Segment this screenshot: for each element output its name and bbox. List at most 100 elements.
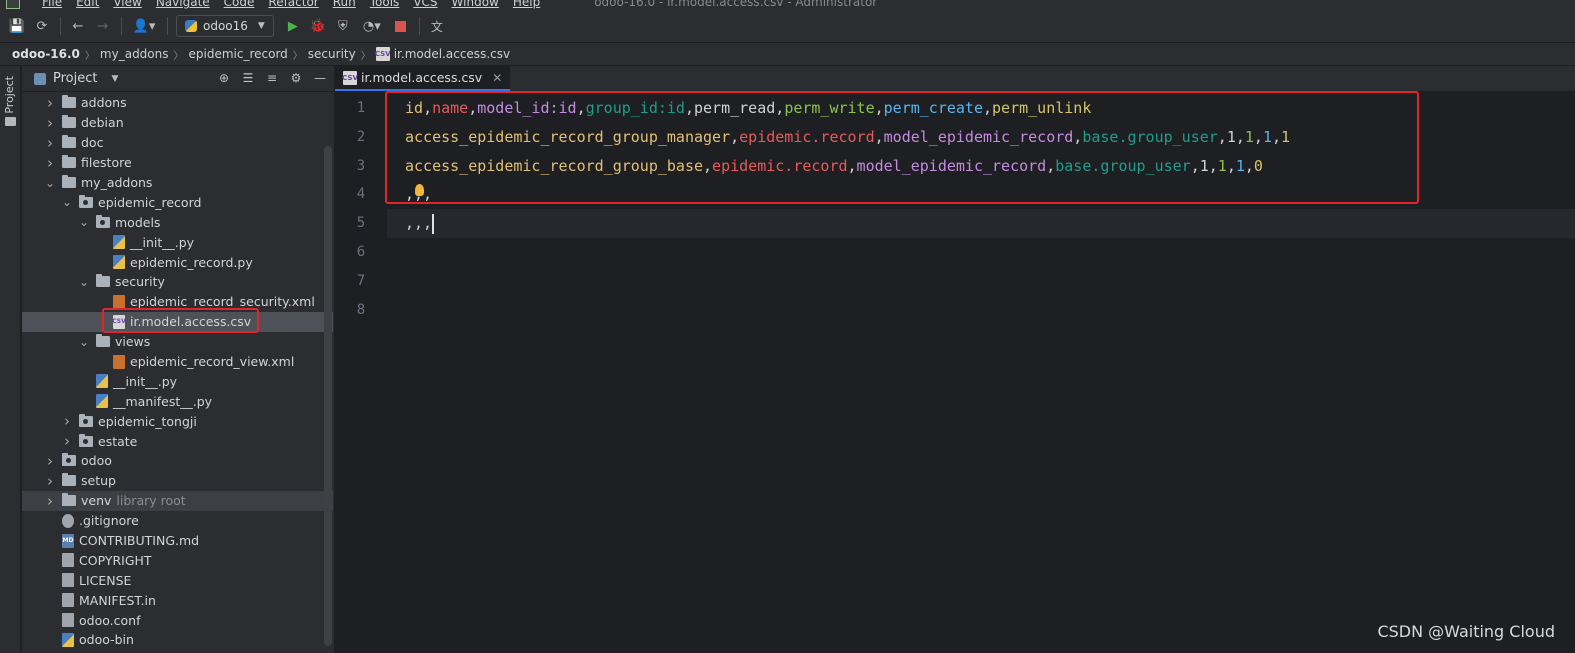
chevron-right-icon[interactable]: › xyxy=(61,432,73,450)
menu-run[interactable]: Run xyxy=(333,0,356,9)
code-line[interactable] xyxy=(405,238,1290,267)
tree-item[interactable]: › doc xyxy=(22,133,333,153)
chevron-right-icon[interactable]: › xyxy=(44,154,56,172)
breadcrumb-file[interactable]: CSV ir.model.access.csv xyxy=(375,47,510,61)
chevron-right-icon: 〉 xyxy=(84,50,95,62)
tree-item[interactable]: ⌄ my_addons xyxy=(22,173,333,193)
chevron-down-icon[interactable]: ⌄ xyxy=(61,195,73,209)
tree-item[interactable]: odoo.conf xyxy=(22,610,333,630)
line-number-gutter: 1 2 3 4 5 6 7 8 xyxy=(335,94,387,324)
menu-tools[interactable]: Tools xyxy=(370,0,400,9)
folder-icon[interactable] xyxy=(5,117,16,126)
tree-item[interactable]: MD CONTRIBUTING.md xyxy=(22,531,333,551)
chevron-right-icon: 〉 xyxy=(173,50,184,62)
code-line[interactable]: ,,, xyxy=(405,209,1290,238)
back-icon[interactable]: ← xyxy=(69,17,87,35)
forward-icon[interactable]: → xyxy=(94,17,112,35)
menu-edit[interactable]: Edit xyxy=(76,0,99,9)
refresh-icon[interactable]: ⟳ xyxy=(33,17,51,35)
minimize-icon[interactable]: — xyxy=(312,70,328,86)
tree-item[interactable]: › venv library root xyxy=(22,490,333,511)
save-icon[interactable]: 💾 xyxy=(8,17,26,35)
close-icon[interactable]: ✕ xyxy=(492,71,502,85)
tree-item[interactable]: MANIFEST.in xyxy=(22,590,333,610)
locate-icon[interactable]: ⊕ xyxy=(216,70,232,86)
gear-icon[interactable]: ⚙ xyxy=(288,70,304,86)
chevron-right-icon[interactable]: › xyxy=(44,472,56,490)
tab-ir-model-access-csv[interactable]: CSV ir.model.access.csv ✕ xyxy=(335,66,511,91)
tree-item[interactable]: › debian xyxy=(22,113,333,133)
chevron-down-icon[interactable]: ⌄ xyxy=(44,176,56,190)
tree-item[interactable]: __init__.py xyxy=(22,371,333,391)
code-line[interactable] xyxy=(405,296,1290,325)
tree-item-label: estate xyxy=(98,433,138,449)
chevron-right-icon[interactable]: › xyxy=(44,452,56,470)
chevron-right-icon[interactable]: › xyxy=(44,94,56,112)
tree-item[interactable]: epidemic_record_view.xml xyxy=(22,352,333,372)
collapse-all-icon[interactable]: ≡ xyxy=(264,70,280,86)
expand-all-icon[interactable]: ☰ xyxy=(240,70,256,86)
menu-navigate[interactable]: Navigate xyxy=(156,0,210,9)
chevron-right-icon: 〉 xyxy=(360,50,371,62)
breadcrumb-item[interactable]: my_addons xyxy=(100,47,169,61)
run-config-selector[interactable]: odoo16 ▼ xyxy=(176,15,274,37)
debug-icon[interactable]: 🐞 xyxy=(309,17,327,35)
breadcrumb-item[interactable]: odoo-16.0 xyxy=(12,47,80,61)
project-tool-button[interactable]: Project xyxy=(3,76,16,114)
chevron-right-icon[interactable]: › xyxy=(61,412,73,430)
tree-item[interactable]: › addons xyxy=(22,93,333,113)
chevron-right-icon[interactable]: › xyxy=(44,492,56,510)
menu-vcs[interactable]: VCS xyxy=(413,0,437,9)
chevron-right-icon[interactable]: › xyxy=(44,134,56,152)
menu-help[interactable]: Help xyxy=(513,0,540,9)
breadcrumb-item[interactable]: security xyxy=(308,47,356,61)
chevron-down-icon[interactable]: ⌄ xyxy=(78,215,90,229)
tree-item[interactable]: › epidemic_tongji xyxy=(22,411,333,431)
translate-icon[interactable]: 文 xyxy=(428,17,446,35)
stop-icon[interactable] xyxy=(392,17,410,35)
tree-item[interactable]: › filestore xyxy=(22,153,333,173)
tree-item[interactable]: › odoo xyxy=(22,451,333,471)
project-panel-title[interactable]: Project xyxy=(53,71,97,86)
tree-item[interactable]: LICENSE xyxy=(22,570,333,590)
tree-item[interactable]: ⌄ views xyxy=(22,332,333,352)
tree-item[interactable]: epidemic_record.py xyxy=(22,252,333,272)
py-file-icon xyxy=(113,235,125,250)
folder-icon xyxy=(62,135,76,149)
menu-code[interactable]: Code xyxy=(224,0,255,9)
tree-item[interactable]: __manifest__.py xyxy=(22,391,333,411)
tree-item[interactable]: COPYRIGHT xyxy=(22,550,333,570)
watermark: CSDN @Waiting Cloud xyxy=(1377,622,1555,641)
menu-file[interactable]: File xyxy=(42,0,62,9)
chevron-down-icon[interactable]: ▼ xyxy=(111,74,118,84)
tree-item-label: epidemic_record_view.xml xyxy=(130,354,295,370)
tree-item-label: CONTRIBUTING.md xyxy=(79,533,200,549)
coverage-icon[interactable]: ⛨ xyxy=(334,17,352,35)
folder-icon xyxy=(96,214,110,228)
tree-item-label: setup xyxy=(81,473,116,489)
tree-item[interactable]: ⌄ epidemic_record xyxy=(22,192,333,212)
folder-icon xyxy=(96,334,110,348)
scrollbar[interactable] xyxy=(324,146,332,646)
profile-icon[interactable]: ◔▾ xyxy=(359,17,385,35)
tree-item[interactable]: .gitignore xyxy=(22,511,333,531)
folder-icon xyxy=(79,194,93,208)
menu-refactor[interactable]: Refactor xyxy=(268,0,318,9)
tree-item[interactable]: › setup xyxy=(22,471,333,491)
tree-item[interactable]: ⌄ security xyxy=(22,272,333,292)
menu-view[interactable]: View xyxy=(113,0,141,9)
breadcrumb-item[interactable]: epidemic_record xyxy=(189,47,288,61)
user-icon[interactable]: 👤▾ xyxy=(130,17,158,35)
tree-item[interactable]: ⌄ models xyxy=(22,212,333,232)
tree-item[interactable]: › estate xyxy=(22,431,333,451)
py-file-icon xyxy=(96,374,108,389)
menu-window[interactable]: Window xyxy=(452,0,499,9)
tree-item-label: .gitignore xyxy=(79,513,139,529)
code-line[interactable] xyxy=(405,267,1290,296)
run-icon[interactable]: ▶ xyxy=(284,17,302,35)
tree-item[interactable]: __init__.py xyxy=(22,232,333,252)
chevron-down-icon[interactable]: ⌄ xyxy=(78,275,90,289)
chevron-right-icon[interactable]: › xyxy=(44,114,56,132)
chevron-down-icon[interactable]: ⌄ xyxy=(78,335,90,349)
tree-item[interactable]: odoo-bin xyxy=(22,630,333,650)
